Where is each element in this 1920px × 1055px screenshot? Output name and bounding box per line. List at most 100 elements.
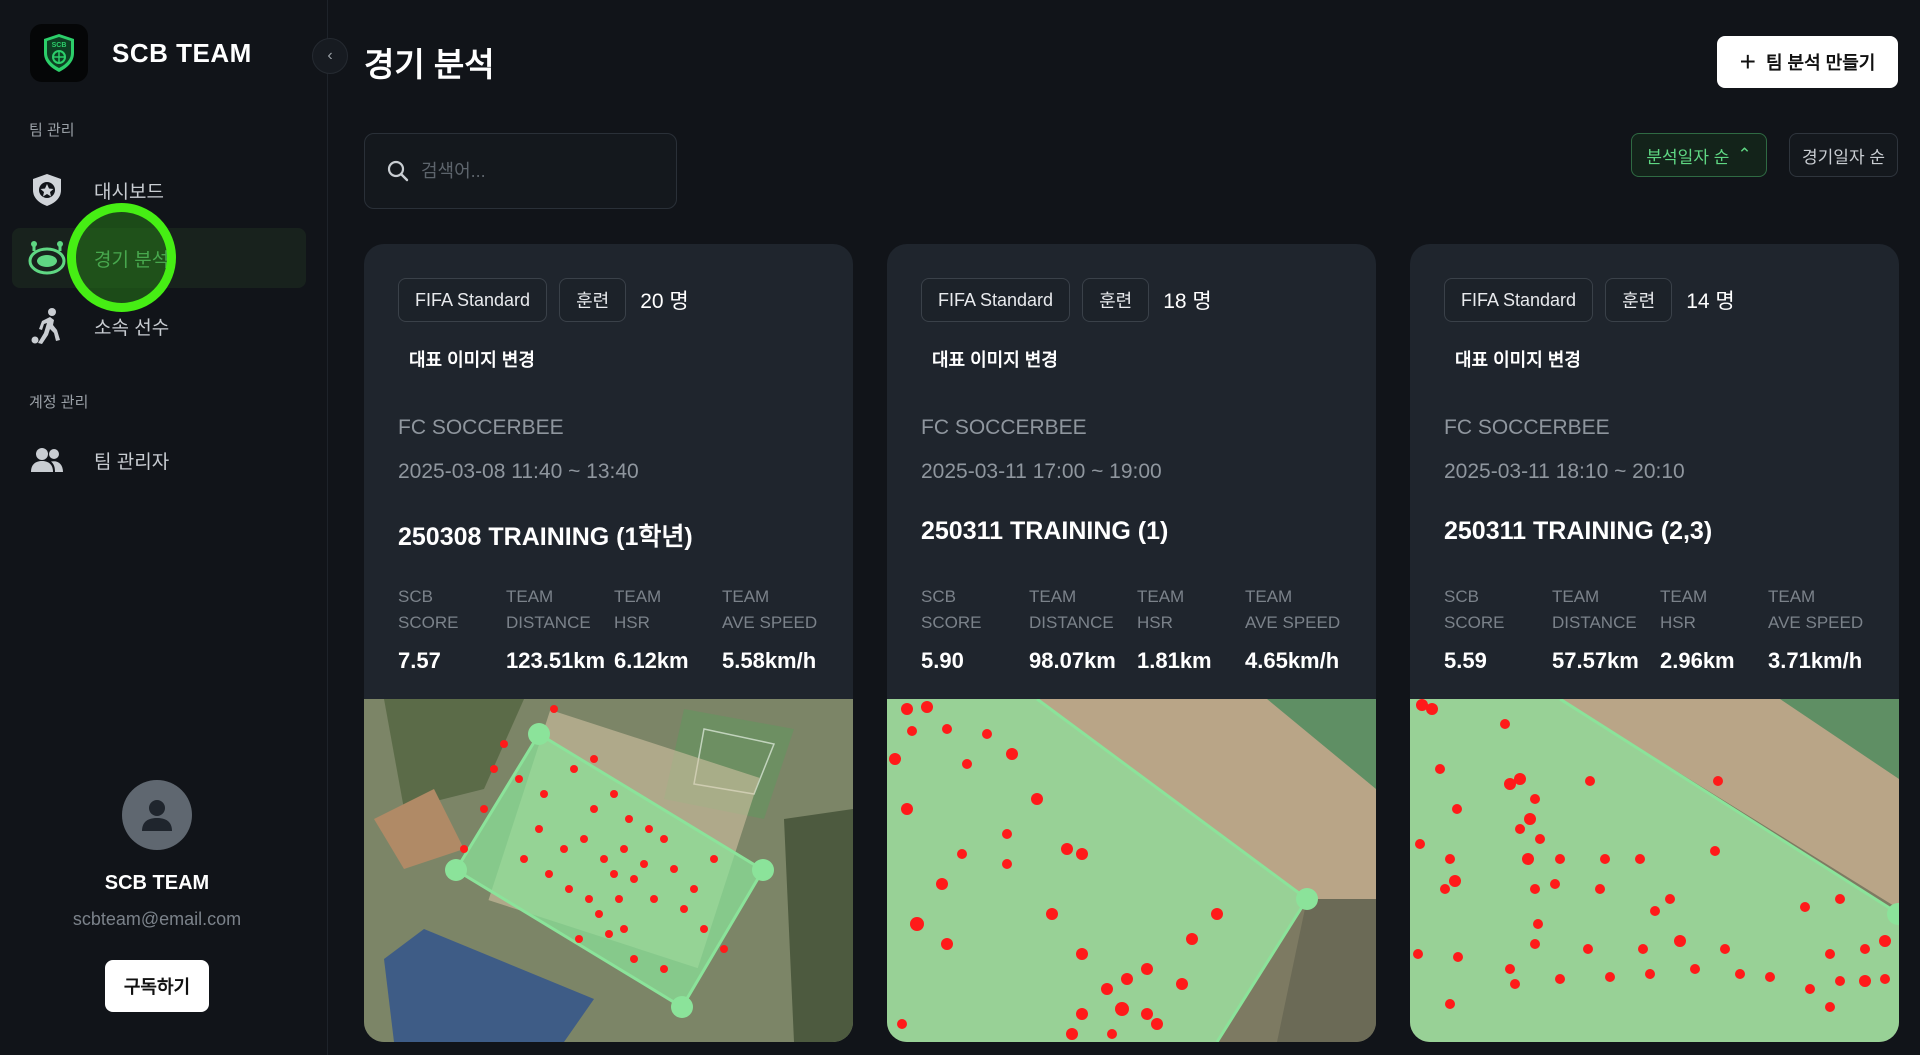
stat-label: TEAM AVE SPEED [1768, 587, 1864, 632]
stat-distance: TEAM DISTANCE 98.07km [1029, 584, 1116, 674]
stat-hsr: TEAM HSR 1.81km [1137, 584, 1212, 674]
stat-value: 3.71km/h [1768, 648, 1863, 673]
stat-hsr: TEAM HSR 2.96km [1660, 584, 1735, 674]
profile-name: SCB TEAM [104, 872, 210, 894]
brand[interactable]: SCB SCB TEAM [30, 24, 252, 82]
standard-chip: FIFA Standard [398, 278, 548, 322]
stat-distance: TEAM DISTANCE 123.51km [506, 584, 605, 674]
card-chips: FIFA Standard 훈련 18 명 [921, 278, 1212, 322]
stat-label: TEAM HSR [1660, 587, 1708, 632]
subscribe-button[interactable]: 구독하기 [105, 960, 209, 1012]
stat-value: 5.59 [1444, 648, 1487, 673]
team-name: FC SOCCERBEE [398, 416, 564, 439]
team-name: FC SOCCERBEE [1444, 416, 1610, 439]
player-count: 20 명 [640, 290, 689, 313]
stat-value: 57.57km [1552, 648, 1639, 673]
stat-label: SCB SCORE [1444, 587, 1505, 632]
stat-distance: TEAM DISTANCE 57.57km [1552, 584, 1639, 674]
match-time: 2025-03-11 18:10 ~ 20:10 [1444, 460, 1685, 483]
match-card[interactable]: FIFA Standard 훈련 20 명 대표 이미지 변경 FC SOCCE… [364, 244, 853, 1042]
stat-value: 5.90 [921, 648, 964, 673]
stat-score: SCB SCORE 5.59 [1444, 584, 1504, 674]
match-time: 2025-03-11 17:00 ~ 19:00 [921, 460, 1162, 483]
search-icon [387, 160, 409, 182]
stat-speed: TEAM AVE SPEED 4.65km/h [1245, 584, 1340, 674]
stat-label: SCB SCORE [921, 587, 982, 632]
stat-label: TEAM AVE SPEED [722, 587, 818, 632]
sidebar-item-team-admins[interactable]: 팀 관리자 [12, 430, 306, 490]
stat-label: SCB SCORE [398, 587, 459, 632]
stat-label: TEAM HSR [1137, 587, 1185, 632]
stat-speed: TEAM AVE SPEED 3.71km/h [1768, 584, 1863, 674]
stat-value: 6.12km [614, 648, 689, 673]
sort-by-analysis-date-button[interactable]: 분석일자 순 ⌃ [1631, 133, 1767, 177]
brand-logo: SCB [30, 24, 88, 82]
sidebar-collapse-button[interactable]: ‹ [312, 38, 348, 74]
chevron-left-icon: ‹ [327, 47, 333, 64]
svg-text:SCB: SCB [52, 42, 67, 49]
stat-label: TEAM DISTANCE [1029, 587, 1114, 632]
stat-value: 5.58km/h [722, 648, 817, 673]
user-profile: SCB TEAM scbteam@email.com 구독하기 [0, 780, 314, 1012]
search-input[interactable] [421, 160, 651, 182]
match-title: 250311 TRAINING (2,3) [1444, 517, 1713, 545]
field-heatmap-image [887, 699, 1376, 1042]
search-field[interactable] [364, 133, 677, 209]
player-kick-icon [27, 306, 67, 346]
stat-label: TEAM DISTANCE [506, 587, 591, 632]
stat-value: 7.57 [398, 648, 441, 673]
team-name: FC SOCCERBEE [921, 416, 1087, 439]
stat-label: TEAM AVE SPEED [1245, 587, 1341, 632]
avatar[interactable] [122, 780, 192, 850]
create-team-analysis-button[interactable]: + 팀 분석 만들기 [1717, 36, 1898, 88]
stat-value: 98.07km [1029, 648, 1116, 673]
brand-name: SCB TEAM [112, 37, 252, 68]
type-chip: 훈련 [1605, 278, 1673, 322]
change-image-button[interactable]: 대표 이미지 변경 [1455, 346, 1581, 372]
card-chips: FIFA Standard 훈련 20 명 [398, 278, 689, 322]
stadium-icon [27, 238, 67, 278]
profile-email: scbteam@email.com [72, 909, 242, 929]
sort-label: 분석일자 순 [1646, 147, 1730, 167]
field-heatmap-image [1410, 699, 1899, 1042]
shield-star-icon [27, 170, 67, 210]
people-icon [27, 440, 67, 480]
stat-value: 1.81km [1137, 648, 1212, 673]
stat-label: TEAM HSR [614, 587, 662, 632]
sidebar-item-label: 경기 분석 [94, 249, 170, 271]
stat-value: 2.96km [1660, 648, 1735, 673]
sidebar: SCB SCB TEAM 팀 관리 대시보드 경기 분석 소속 선수 계정 관리… [0, 0, 328, 1055]
stat-score: SCB SCORE 5.90 [921, 584, 981, 674]
change-image-button[interactable]: 대표 이미지 변경 [932, 346, 1058, 372]
player-count: 18 명 [1163, 290, 1212, 313]
stat-speed: TEAM AVE SPEED 5.58km/h [722, 584, 817, 674]
sidebar-item-match-analysis[interactable]: 경기 분석 [12, 228, 306, 288]
page-title: 경기 분석 [364, 46, 495, 83]
type-chip: 훈련 [559, 278, 627, 322]
user-icon [142, 800, 172, 831]
sort-by-match-date-button[interactable]: 경기일자 순 [1789, 133, 1898, 177]
sidebar-item-dashboard[interactable]: 대시보드 [12, 160, 306, 220]
chevron-up-icon: ⌃ [1737, 145, 1752, 164]
card-chips: FIFA Standard 훈련 14 명 [1444, 278, 1735, 322]
change-image-button[interactable]: 대표 이미지 변경 [409, 346, 535, 372]
section-label-team: 팀 관리 [29, 122, 75, 139]
match-time: 2025-03-08 11:40 ~ 13:40 [398, 460, 639, 483]
sidebar-item-players[interactable]: 소속 선수 [12, 296, 306, 356]
stat-hsr: TEAM HSR 6.12km [614, 584, 689, 674]
stat-label: TEAM DISTANCE [1552, 587, 1637, 632]
app-window: SCB SCB TEAM 팀 관리 대시보드 경기 분석 소속 선수 계정 관리… [0, 0, 1920, 1055]
stat-value: 123.51km [506, 648, 606, 673]
match-card[interactable]: FIFA Standard 훈련 18 명 대표 이미지 변경 FC SOCCE… [887, 244, 1376, 1042]
sidebar-item-label: 팀 관리자 [94, 451, 170, 473]
create-button-label: 팀 분석 만들기 [1765, 53, 1876, 73]
standard-chip: FIFA Standard [1444, 278, 1594, 322]
match-title: 250308 TRAINING (1학년) [398, 523, 693, 551]
match-card[interactable]: FIFA Standard 훈련 14 명 대표 이미지 변경 FC SOCCE… [1410, 244, 1899, 1042]
type-chip: 훈련 [1082, 278, 1150, 322]
sidebar-item-label: 대시보드 [94, 181, 164, 203]
standard-chip: FIFA Standard [921, 278, 1071, 322]
match-title: 250311 TRAINING (1) [921, 517, 1169, 545]
stat-value: 4.65km/h [1245, 648, 1340, 673]
scb-shield-logo-icon: SCB [44, 34, 74, 72]
